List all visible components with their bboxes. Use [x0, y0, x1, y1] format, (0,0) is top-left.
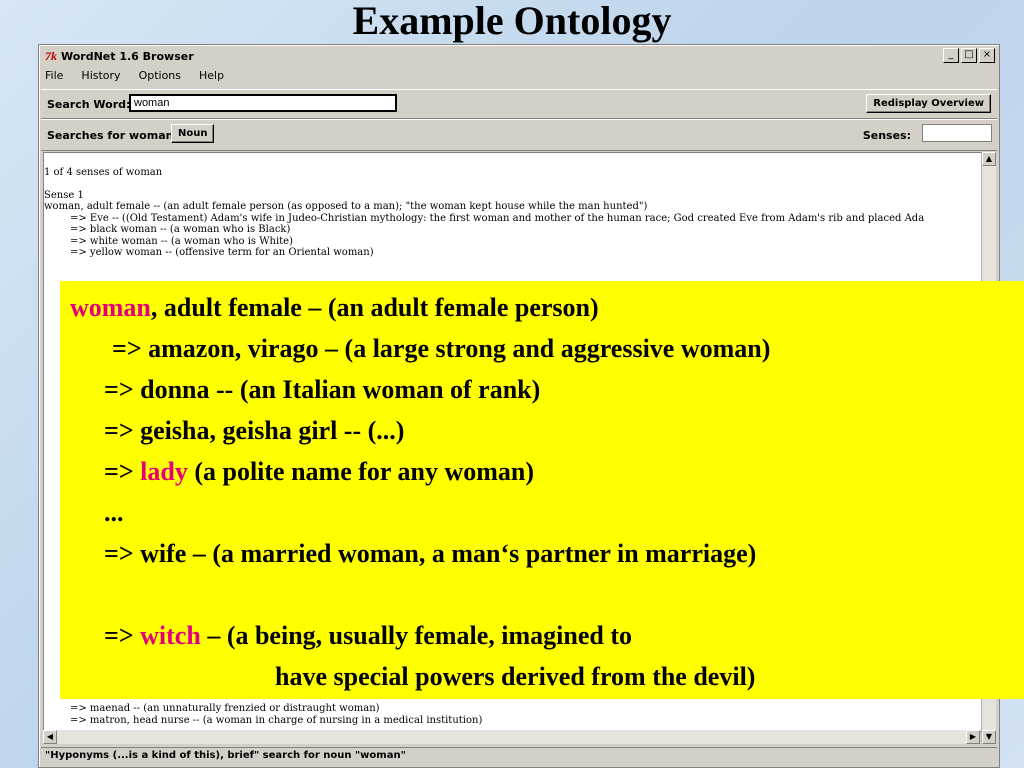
noun-button[interactable]: Noun: [171, 124, 215, 143]
hyponym-line: => black woman -- (a woman who is Black): [70, 224, 291, 235]
menu-file[interactable]: File: [43, 69, 65, 82]
senses-label: Senses:: [862, 129, 911, 142]
hyponym-line: => Eve -- ((Old Testament) Adam's wife i…: [70, 212, 925, 224]
hyponym-line: => matron, head nurse -- (a woman in cha…: [70, 714, 483, 726]
callout-lady: lady: [140, 457, 188, 486]
redisplay-overview-button[interactable]: Redisplay Overview: [866, 94, 991, 113]
menu-options[interactable]: Options: [137, 69, 183, 82]
search-input[interactable]: woman: [129, 94, 397, 112]
search-row: Search Word: woman Redisplay Overview: [41, 89, 997, 119]
hyponym-line: => yellow woman -- (offensive term for a…: [70, 247, 374, 258]
callout-line-7: => wife – (a married woman, a man‘s part…: [104, 539, 757, 568]
callout-line-1-rest: , adult female – (an adult female person…: [150, 293, 599, 322]
callout-line-2: => amazon, virago – (a large strong and …: [112, 334, 771, 363]
menu-history[interactable]: History: [79, 69, 122, 82]
close-button[interactable]: ×: [979, 48, 995, 63]
hyponym-line: => white woman -- (a woman who is White): [70, 235, 293, 247]
menu-bar: File History Options Help: [43, 69, 226, 82]
hyponym-line: => maenad -- (an unnaturally frenzied or…: [70, 703, 380, 714]
callout-line-9: have special powers derived from the dev…: [275, 662, 756, 691]
callout-line-1: woman, adult female – (an adult female p…: [70, 293, 599, 323]
scroll-left-icon[interactable]: ◀: [43, 730, 57, 744]
scroll-right-icon[interactable]: ▶: [966, 730, 980, 744]
searches-label: Searches for woman:: [47, 129, 178, 142]
tk-logo-icon: 7k: [45, 48, 57, 63]
scroll-up-icon[interactable]: ▲: [982, 152, 996, 166]
minimize-button[interactable]: _: [943, 48, 959, 63]
searches-row: Searches for woman: Noun Senses:: [41, 119, 997, 151]
window-title: WordNet 1.6 Browser: [61, 49, 194, 63]
callout-line-3: => donna -- (an Italian woman of rank): [104, 375, 541, 404]
highlight-callout: woman, adult female – (an adult female p…: [60, 281, 1024, 699]
sense-label: Sense 1: [44, 189, 84, 201]
search-word-label: Search Word:: [47, 98, 131, 111]
callout-line-8-rest: – (a being, usually female, imagined to: [200, 621, 632, 650]
callout-arrow: =>: [104, 457, 141, 486]
sense-gloss: woman, adult female -- (an adult female …: [44, 201, 648, 212]
senses-input[interactable]: [922, 124, 992, 142]
callout-line-6: ...: [104, 498, 124, 527]
callout-line-5-rest: (a polite name for any woman): [187, 457, 534, 486]
scroll-down-icon[interactable]: ▼: [982, 730, 996, 744]
callout-line-4: => geisha, geisha girl -- (...): [104, 416, 405, 445]
callout-witch: witch: [140, 621, 201, 650]
status-bar: "Hyponyms (...is a kind of this), brief"…: [41, 747, 997, 768]
callout-arrow: =>: [104, 621, 141, 650]
horizontal-scrollbar[interactable]: ◀ ▶: [43, 730, 980, 744]
maximize-button[interactable]: □: [961, 48, 977, 63]
title-bar[interactable]: 7k WordNet 1.6 Browser _ □ ×: [41, 47, 997, 65]
menu-help[interactable]: Help: [197, 69, 226, 82]
callout-line-5: => lady (a polite name for any woman): [104, 457, 534, 487]
callout-line-8: => witch – (a being, usually female, ima…: [104, 621, 632, 651]
slide-title: Example Ontology: [352, 0, 672, 43]
results-header: 1 of 4 senses of woman: [44, 167, 163, 178]
callout-woman: woman: [70, 293, 151, 322]
